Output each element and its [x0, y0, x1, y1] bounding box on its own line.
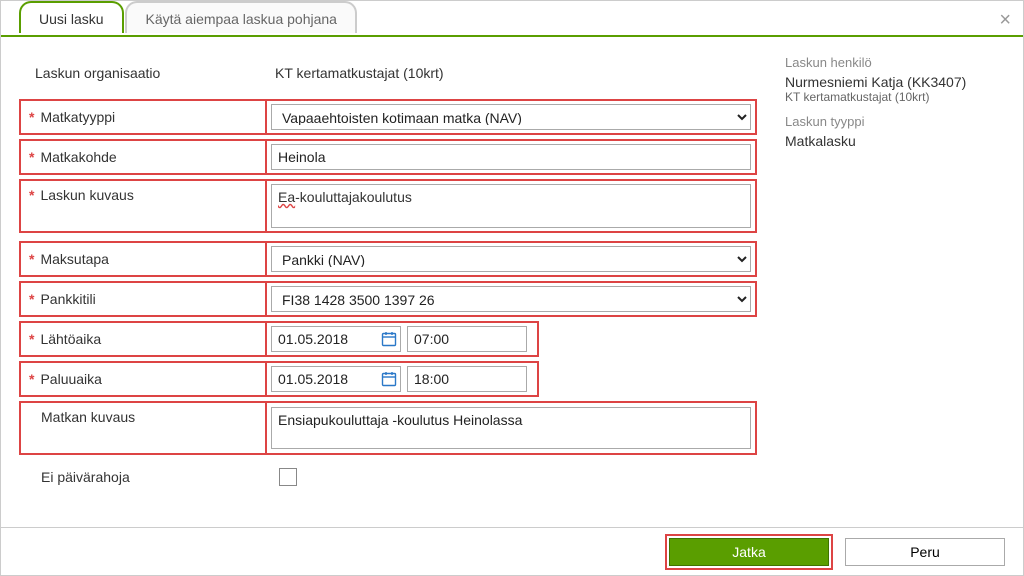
checkbox-noperdiem[interactable] [279, 468, 297, 486]
calendar-icon[interactable] [381, 331, 397, 347]
row-description: * Laskun kuvaus Ea-kouluttajakoulutus [19, 179, 765, 233]
row-org: Laskun organisaatio KT kertamatkustajat … [19, 55, 765, 99]
required-icon: * [29, 251, 34, 267]
tab-use-template[interactable]: Käytä aiempaa laskua pohjana [125, 1, 356, 33]
description-text-rest: -kouluttajakoulutus [295, 189, 412, 205]
required-icon: * [29, 187, 34, 203]
label-paymethod-text: Maksutapa [40, 251, 108, 267]
cell-return [267, 361, 539, 397]
cell-depart [267, 321, 539, 357]
row-noperdiem: Ei päivärahoja [19, 459, 765, 503]
cell-destination [267, 139, 757, 175]
row-depart: * Lähtöaika [19, 321, 765, 357]
input-depart-time[interactable] [407, 326, 527, 352]
description-text-ea: Ea [278, 189, 295, 205]
required-icon: * [29, 149, 34, 165]
select-triptype[interactable]: Vapaaehtoisten kotimaan matka (NAV) [271, 104, 751, 130]
return-date-wrap [271, 366, 401, 392]
label-destination: * Matkakohde [19, 139, 267, 175]
side-type-value: Matkalasku [785, 133, 1005, 149]
row-destination: * Matkakohde [19, 139, 765, 175]
label-paymethod: * Maksutapa [19, 241, 267, 277]
required-icon: * [29, 109, 34, 125]
cell-paymethod: Pankki (NAV) [267, 241, 757, 277]
label-bankacct: * Pankkitili [19, 281, 267, 317]
cell-tripdesc [267, 401, 757, 455]
value-org: KT kertamatkustajat (10krt) [275, 65, 444, 81]
input-return-time[interactable] [407, 366, 527, 392]
row-tripdesc: Matkan kuvaus [19, 401, 765, 455]
label-description: * Laskun kuvaus [19, 179, 267, 233]
tab-new-invoice[interactable]: Uusi lasku [19, 1, 124, 33]
dialog-new-invoice: × Uusi lasku Käytä aiempaa laskua pohjan… [0, 0, 1024, 576]
label-return: * Paluuaika [19, 361, 267, 397]
label-depart: * Lähtöaika [19, 321, 267, 357]
cancel-button[interactable]: Peru [845, 538, 1005, 566]
required-icon: * [29, 291, 34, 307]
textarea-description[interactable]: Ea-kouluttajakoulutus [271, 184, 751, 228]
label-bankacct-text: Pankkitili [40, 291, 95, 307]
side-person-org: KT kertamatkustajat (10krt) [785, 90, 1005, 104]
row-bankacct: * Pankkitili FI38 1428 3500 1397 26 [19, 281, 765, 317]
label-triptype-text: Matkatyyppi [40, 109, 115, 125]
label-return-text: Paluuaika [40, 371, 102, 387]
cell-description: Ea-kouluttajakoulutus [267, 179, 757, 233]
calendar-icon[interactable] [381, 371, 397, 387]
label-tripdesc: Matkan kuvaus [19, 401, 267, 455]
dialog-body: Laskun organisaatio KT kertamatkustajat … [1, 37, 1023, 513]
label-depart-text: Lähtöaika [40, 331, 101, 347]
row-paymethod: * Maksutapa Pankki (NAV) [19, 241, 765, 277]
label-destination-text: Matkakohde [40, 149, 116, 165]
side-person-heading: Laskun henkilö [785, 55, 1005, 70]
label-org: Laskun organisaatio [27, 59, 275, 87]
side-person-name: Nurmesniemi Katja (KK3407) [785, 74, 1005, 90]
select-bankacct[interactable]: FI38 1428 3500 1397 26 [271, 286, 751, 312]
depart-date-wrap [271, 326, 401, 352]
cell-triptype: Vapaaehtoisten kotimaan matka (NAV) [267, 99, 757, 135]
input-destination[interactable] [271, 144, 751, 170]
continue-button[interactable]: Jatka [669, 538, 829, 566]
row-return: * Paluuaika [19, 361, 765, 397]
continue-highlight: Jatka [665, 534, 833, 570]
required-icon: * [29, 331, 34, 347]
label-description-text: Laskun kuvaus [40, 187, 133, 203]
dialog-footer: Jatka Peru [1, 527, 1023, 575]
tab-bar: Uusi lasku Käytä aiempaa laskua pohjana [1, 1, 1023, 37]
select-paymethod[interactable]: Pankki (NAV) [271, 246, 751, 272]
row-triptype: * Matkatyyppi Vapaaehtoisten kotimaan ma… [19, 99, 765, 135]
label-noperdiem: Ei päivärahoja [27, 463, 275, 491]
cell-bankacct: FI38 1428 3500 1397 26 [267, 281, 757, 317]
side-panel: Laskun henkilö Nurmesniemi Katja (KK3407… [785, 55, 1005, 503]
form-column: Laskun organisaatio KT kertamatkustajat … [19, 55, 765, 503]
label-tripdesc-text: Matkan kuvaus [41, 409, 135, 425]
textarea-tripdesc[interactable] [271, 407, 751, 449]
side-type-heading: Laskun tyyppi [785, 114, 1005, 129]
label-triptype: * Matkatyyppi [19, 99, 267, 135]
required-icon: * [29, 371, 34, 387]
